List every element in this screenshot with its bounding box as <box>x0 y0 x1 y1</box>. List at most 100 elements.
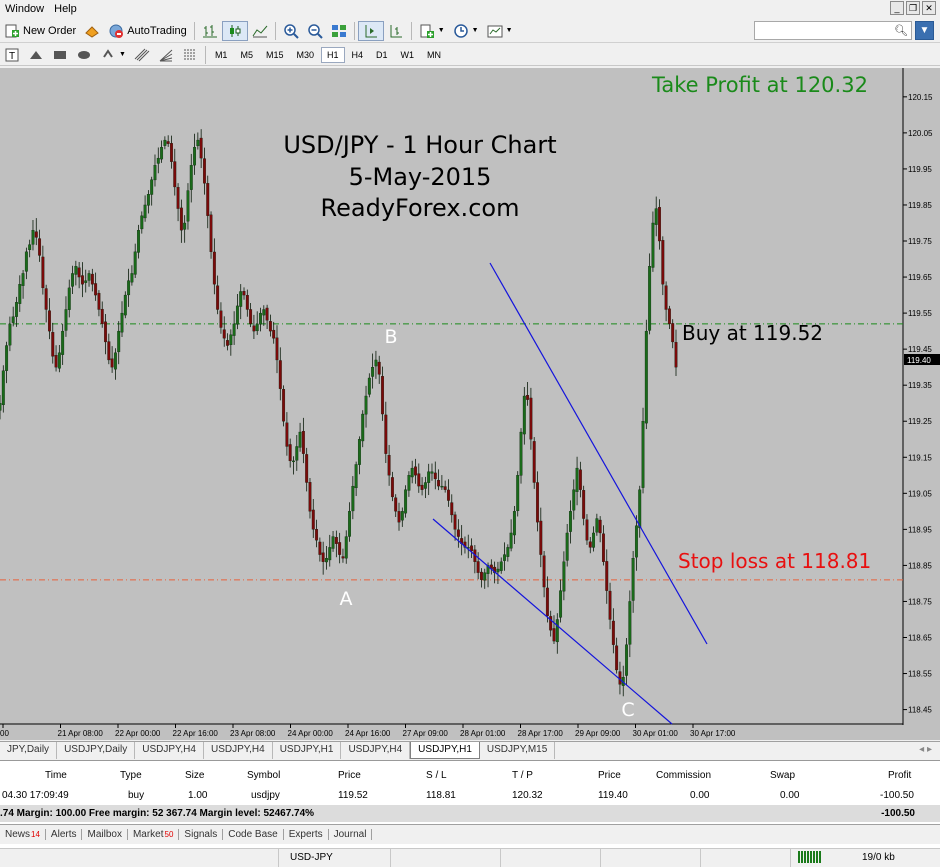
new-order-button[interactable]: New Order <box>0 21 80 41</box>
candle-body <box>321 552 325 562</box>
candle-body <box>113 352 117 370</box>
column-header[interactable]: Type <box>120 770 142 781</box>
auto-trading-button[interactable]: AutoTrading <box>104 21 191 41</box>
terminal-tab-mailbox[interactable]: Mailbox <box>82 829 128 840</box>
zoom-out-button[interactable] <box>303 21 327 41</box>
line-chart-button[interactable] <box>248 21 272 41</box>
chart-window[interactable]: 120.15 120.05 119.95 119.85 119.75 119.65 119.… <box>0 68 940 740</box>
candle-body <box>143 204 147 219</box>
terminal-tab-journal[interactable]: Journal <box>329 829 373 840</box>
column-header[interactable]: T / P <box>512 770 533 781</box>
timeframe-h1[interactable]: H1 <box>321 46 345 63</box>
candle-body <box>420 484 424 490</box>
chart-tab[interactable]: JPY,Daily <box>0 742 58 759</box>
position-row[interactable]: 04.30 17:09:49 buy 1.00 usdjpy 119.52 118.81 1… <box>0 787 940 804</box>
tile-windows-button[interactable] <box>327 21 351 41</box>
candle-body <box>344 536 348 559</box>
chart-tab[interactable]: USDJPY,H4 <box>204 742 273 759</box>
chart-tab[interactable]: USDJPY,H1 <box>273 742 342 759</box>
point-c-label: C <box>621 699 634 721</box>
community-button[interactable]: ▼ <box>915 21 934 40</box>
zoom-in-button[interactable] <box>279 21 303 41</box>
candle-body <box>552 628 556 642</box>
auto-trading-label: AutoTrading <box>127 24 187 37</box>
menu-window[interactable]: Window <box>0 3 49 15</box>
candle-body <box>325 558 328 563</box>
search-input[interactable]: 🔍︎ <box>754 21 912 40</box>
column-header[interactable]: Symbol <box>247 770 280 781</box>
terminal-tab-code-base[interactable]: Code Base <box>223 829 284 840</box>
terminal-tab-signals[interactable]: Signals <box>179 829 224 840</box>
candle-body <box>245 294 249 310</box>
candle-body <box>572 489 576 511</box>
chart-title-line-2: 5-May-2015 <box>349 163 492 191</box>
menu-help[interactable]: Help <box>49 3 82 15</box>
tab-scroll-arrows-icon[interactable]: ◂ ▸ <box>919 744 932 755</box>
rectangle-button[interactable] <box>48 45 72 65</box>
minimize-icon[interactable]: _ <box>890 1 904 15</box>
y-tick-label: 120.15 <box>908 93 933 102</box>
terminal-tab-news[interactable]: News14 <box>0 829 46 840</box>
bar-chart-button[interactable] <box>198 21 222 41</box>
column-header[interactable]: Time <box>45 770 67 781</box>
fibonacci-retracement-button[interactable] <box>178 45 202 65</box>
timeframe-w1[interactable]: W1 <box>395 47 421 63</box>
timeframe-mn[interactable]: MN <box>421 47 447 63</box>
candle-body <box>450 502 454 516</box>
column-header[interactable]: Price <box>338 770 361 781</box>
status-traffic: 19/0 kb <box>862 852 895 863</box>
restore-icon[interactable]: ❐ <box>906 1 920 15</box>
timeframe-m15[interactable]: M15 <box>260 47 290 63</box>
text-label-button[interactable]: T <box>0 45 24 65</box>
arrows-button[interactable]: ▼ <box>96 45 130 65</box>
timeframe-m1[interactable]: M1 <box>209 47 234 63</box>
candle-body <box>582 490 586 519</box>
candle-body <box>278 360 282 389</box>
price-chart[interactable]: 120.15 120.05 119.95 119.85 119.75 119.65 119.… <box>0 68 940 740</box>
chart-tab[interactable]: USDJPY,Daily <box>57 742 136 759</box>
column-header[interactable]: Profit <box>888 770 911 781</box>
chart-tabs-bar: JPY,Daily USDJPY,Daily USDJPY,H4 USDJPY,H4 U… <box>0 741 940 759</box>
terminal-tab-alerts[interactable]: Alerts <box>46 829 83 840</box>
indicators-button[interactable]: ▼ <box>415 21 449 41</box>
svg-text:T: T <box>9 51 15 62</box>
candle-body <box>189 165 193 190</box>
ellipse-button[interactable] <box>72 45 96 65</box>
position-cell: 0.00 <box>780 790 800 801</box>
meta-editor-button[interactable] <box>80 21 104 41</box>
chart-shift-button[interactable] <box>357 20 384 41</box>
column-header[interactable]: Swap <box>770 770 795 781</box>
chart-tab[interactable]: USDJPY,H4 <box>135 742 204 759</box>
column-header[interactable]: S / L <box>426 770 447 781</box>
chart-tab[interactable]: USDJPY,M15 <box>480 742 556 759</box>
chart-tab[interactable]: USDJPY,H4 <box>341 742 411 759</box>
channel-button[interactable] <box>130 45 154 65</box>
timeframe-d1[interactable]: D1 <box>370 47 394 63</box>
arrow-up-button[interactable] <box>24 45 48 65</box>
column-header[interactable]: Size <box>185 770 204 781</box>
fibonacci-button[interactable] <box>154 45 178 65</box>
chart-tab[interactable]: USDJPY,H1 <box>410 742 480 759</box>
candle-body <box>397 511 401 523</box>
candle-body <box>100 308 104 325</box>
candle-chart-button[interactable] <box>221 20 248 41</box>
column-header[interactable]: Commission <box>656 770 711 781</box>
menu-bar: Window Help _ ❐ ✕ <box>0 0 940 17</box>
candle-body <box>407 475 411 491</box>
auto-scroll-button[interactable] <box>384 21 408 41</box>
timeframe-m5[interactable]: M5 <box>234 47 259 63</box>
periods-button[interactable]: ▼ <box>449 21 483 41</box>
templates-button[interactable]: ▼ <box>483 21 517 41</box>
y-tick-label: 118.85 <box>908 561 932 570</box>
candle-body <box>179 207 183 231</box>
timeframe-h4[interactable]: H4 <box>346 47 370 63</box>
timeframe-m30[interactable]: M30 <box>290 47 320 63</box>
terminal-tab-market[interactable]: Market50 <box>128 829 180 840</box>
close-icon[interactable]: ✕ <box>922 1 936 15</box>
candle-body <box>268 321 272 332</box>
terminal-tab-experts[interactable]: Experts <box>284 829 329 840</box>
column-header[interactable]: Price <box>598 770 621 781</box>
candle-body <box>117 330 121 353</box>
candle-body <box>38 238 42 256</box>
candle-body <box>24 251 28 272</box>
